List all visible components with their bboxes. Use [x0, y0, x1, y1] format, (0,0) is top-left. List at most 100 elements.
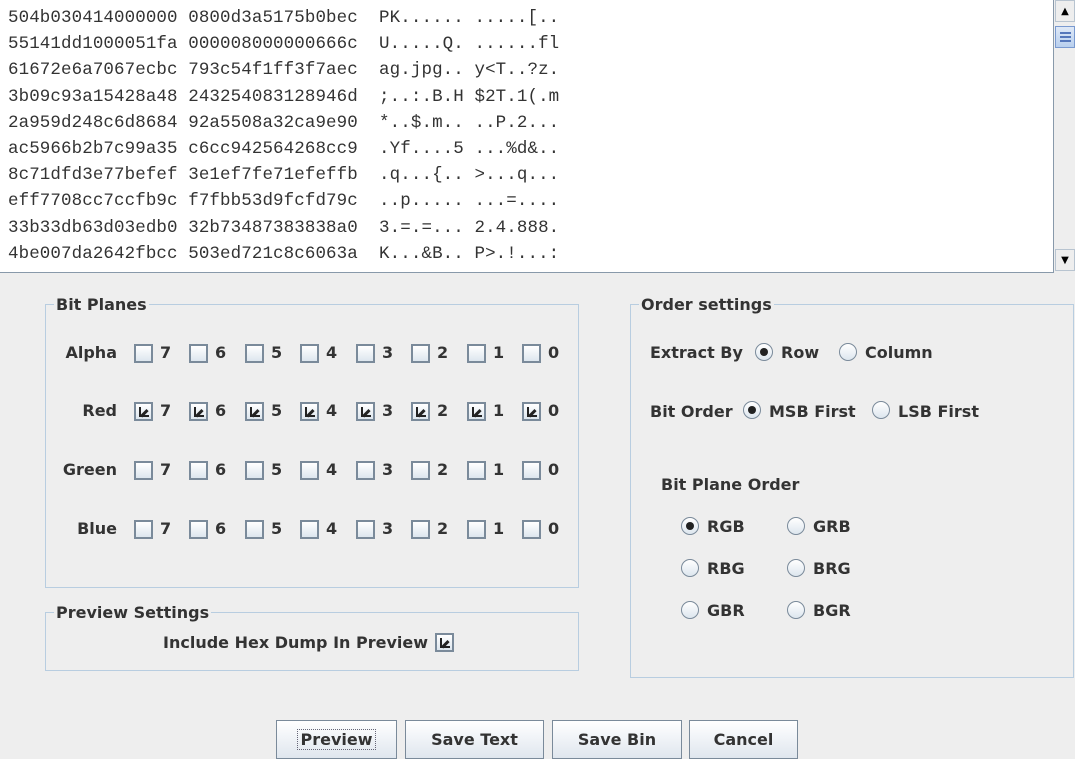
bit-number-label: 3	[382, 343, 394, 362]
bit-number-label: 4	[326, 519, 338, 538]
bit-plane-order-bgr-label[interactable]: BGR	[813, 601, 851, 620]
red-bit-7-checkbox[interactable]	[134, 402, 153, 421]
bit-number-label: 2	[437, 519, 449, 538]
hex-line: 33b33db63d03edb0 32b73487383838a0 3.=.=.…	[8, 217, 560, 238]
green-bit-6-checkbox[interactable]	[189, 461, 208, 480]
bit-number-label: 0	[548, 401, 560, 420]
extract-by-label: Extract By	[650, 343, 743, 362]
alpha-bit-3-checkbox[interactable]	[356, 344, 375, 363]
bit-order-label: Bit Order	[650, 402, 733, 421]
bit-plane-order-gbr-radio[interactable]	[681, 601, 699, 619]
hex-dump-area[interactable]: 504b030414000000 0800d3a5175b0bec PK....…	[0, 0, 1053, 273]
bit-number-label: 7	[160, 401, 172, 420]
scrollbar-thumb[interactable]	[1055, 26, 1075, 48]
bit-plane-row-label: Alpha	[65, 343, 117, 362]
green-bit-3-checkbox[interactable]	[356, 461, 375, 480]
green-bit-7-checkbox[interactable]	[134, 461, 153, 480]
save-bin-button[interactable]: Save Bin	[552, 720, 682, 759]
red-bit-3-checkbox[interactable]	[356, 402, 375, 421]
alpha-bit-4-checkbox[interactable]	[300, 344, 319, 363]
green-bit-2-checkbox[interactable]	[411, 461, 430, 480]
hex-line: 8c71dfd3e77befef 3e1ef7fe71efeffb .q...{…	[8, 165, 560, 186]
lsb-first-radio[interactable]	[872, 401, 890, 419]
alpha-bit-6-checkbox[interactable]	[189, 344, 208, 363]
msb-first-label[interactable]: MSB First	[769, 402, 856, 421]
bit-plane-row-label: Red	[82, 401, 117, 420]
bit-plane-order-grb-label[interactable]: GRB	[813, 517, 851, 536]
bit-plane-order-brg-label[interactable]: BRG	[813, 559, 851, 578]
blue-bit-6-checkbox[interactable]	[189, 520, 208, 539]
red-bit-6-checkbox[interactable]	[189, 402, 208, 421]
bit-number-label: 7	[160, 460, 172, 479]
bit-plane-order-grb-radio[interactable]	[787, 517, 805, 535]
bit-number-label: 3	[382, 401, 394, 420]
hex-line: 504b030414000000 0800d3a5175b0bec PK....…	[8, 8, 560, 28]
bit-number-label: 0	[548, 519, 560, 538]
bit-plane-order-rgb-label[interactable]: RGB	[707, 517, 745, 536]
red-bit-4-checkbox[interactable]	[300, 402, 319, 421]
bit-plane-order-bgr-radio[interactable]	[787, 601, 805, 619]
hex-line: 61672e6a7067ecbc 793c54f1ff3f7aec ag.jpg…	[8, 60, 560, 81]
alpha-bit-2-checkbox[interactable]	[411, 344, 430, 363]
bit-number-label: 2	[437, 343, 449, 362]
cancel-button[interactable]: Cancel	[689, 720, 798, 759]
blue-bit-4-checkbox[interactable]	[300, 520, 319, 539]
blue-bit-7-checkbox[interactable]	[134, 520, 153, 539]
bit-plane-order-brg-radio[interactable]	[787, 559, 805, 577]
hex-line: ac5966b2b7c99a35 c6cc942564268cc9 .Yf...…	[8, 139, 560, 159]
bit-plane-order-rbg-label[interactable]: RBG	[707, 559, 745, 578]
green-bit-4-checkbox[interactable]	[300, 461, 319, 480]
bit-number-label: 0	[548, 460, 560, 479]
scroll-down-icon[interactable]: ▼	[1055, 249, 1075, 271]
preview-button-label: Preview	[297, 729, 376, 750]
bit-plane-order-gbr-label[interactable]: GBR	[707, 601, 745, 620]
bit-number-label: 7	[160, 519, 172, 538]
alpha-bit-1-checkbox[interactable]	[467, 344, 486, 363]
lsb-first-label[interactable]: LSB First	[898, 402, 979, 421]
bit-plane-row-label: Green	[62, 460, 117, 479]
bit-number-label: 1	[493, 460, 505, 479]
bit-number-label: 5	[271, 343, 283, 362]
msb-first-radio[interactable]	[743, 401, 761, 419]
bit-number-label: 7	[160, 343, 172, 362]
green-bit-0-checkbox[interactable]	[522, 461, 541, 480]
save-text-button[interactable]: Save Text	[405, 720, 544, 759]
bit-number-label: 5	[271, 519, 283, 538]
vertical-scrollbar[interactable]: ▲ ▼	[1053, 0, 1075, 273]
bit-plane-order-rbg-radio[interactable]	[681, 559, 699, 577]
blue-bit-1-checkbox[interactable]	[467, 520, 486, 539]
red-bit-0-checkbox[interactable]	[522, 402, 541, 421]
preview-settings-title: Preview Settings	[54, 603, 212, 622]
scroll-up-icon[interactable]: ▲	[1055, 0, 1075, 22]
bit-number-label: 1	[493, 519, 505, 538]
blue-bit-3-checkbox[interactable]	[356, 520, 375, 539]
alpha-bit-0-checkbox[interactable]	[522, 344, 541, 363]
extract-by-column-radio[interactable]	[839, 343, 857, 361]
bit-number-label: 4	[326, 401, 338, 420]
green-bit-1-checkbox[interactable]	[467, 461, 486, 480]
red-bit-2-checkbox[interactable]	[411, 402, 430, 421]
extract-by-row-label[interactable]: Row	[781, 343, 819, 362]
blue-bit-5-checkbox[interactable]	[245, 520, 264, 539]
green-bit-5-checkbox[interactable]	[245, 461, 264, 480]
bit-number-label: 1	[493, 401, 505, 420]
bit-number-label: 1	[493, 343, 505, 362]
alpha-bit-5-checkbox[interactable]	[245, 344, 264, 363]
bit-plane-row-label: Blue	[77, 519, 117, 538]
bit-number-label: 4	[326, 460, 338, 479]
red-bit-5-checkbox[interactable]	[245, 402, 264, 421]
include-hex-dump-checkbox[interactable]	[435, 633, 454, 652]
extract-by-row-radio[interactable]	[755, 343, 773, 361]
bit-plane-order-rgb-radio[interactable]	[681, 517, 699, 535]
red-bit-1-checkbox[interactable]	[467, 402, 486, 421]
blue-bit-0-checkbox[interactable]	[522, 520, 541, 539]
bit-plane-order-label: Bit Plane Order	[661, 475, 800, 494]
preview-button[interactable]: Preview	[276, 720, 397, 759]
bit-number-label: 5	[271, 401, 283, 420]
alpha-bit-7-checkbox[interactable]	[134, 344, 153, 363]
blue-bit-2-checkbox[interactable]	[411, 520, 430, 539]
bit-number-label: 3	[382, 519, 394, 538]
hex-line: eff7708cc7ccfb9c f7fbb53d9fcfd79c ..p...…	[8, 191, 560, 212]
hex-line: 2a959d248c6d8684 92a5508a32ca9e90 *..$.m…	[8, 112, 560, 133]
extract-by-column-label[interactable]: Column	[865, 343, 933, 362]
